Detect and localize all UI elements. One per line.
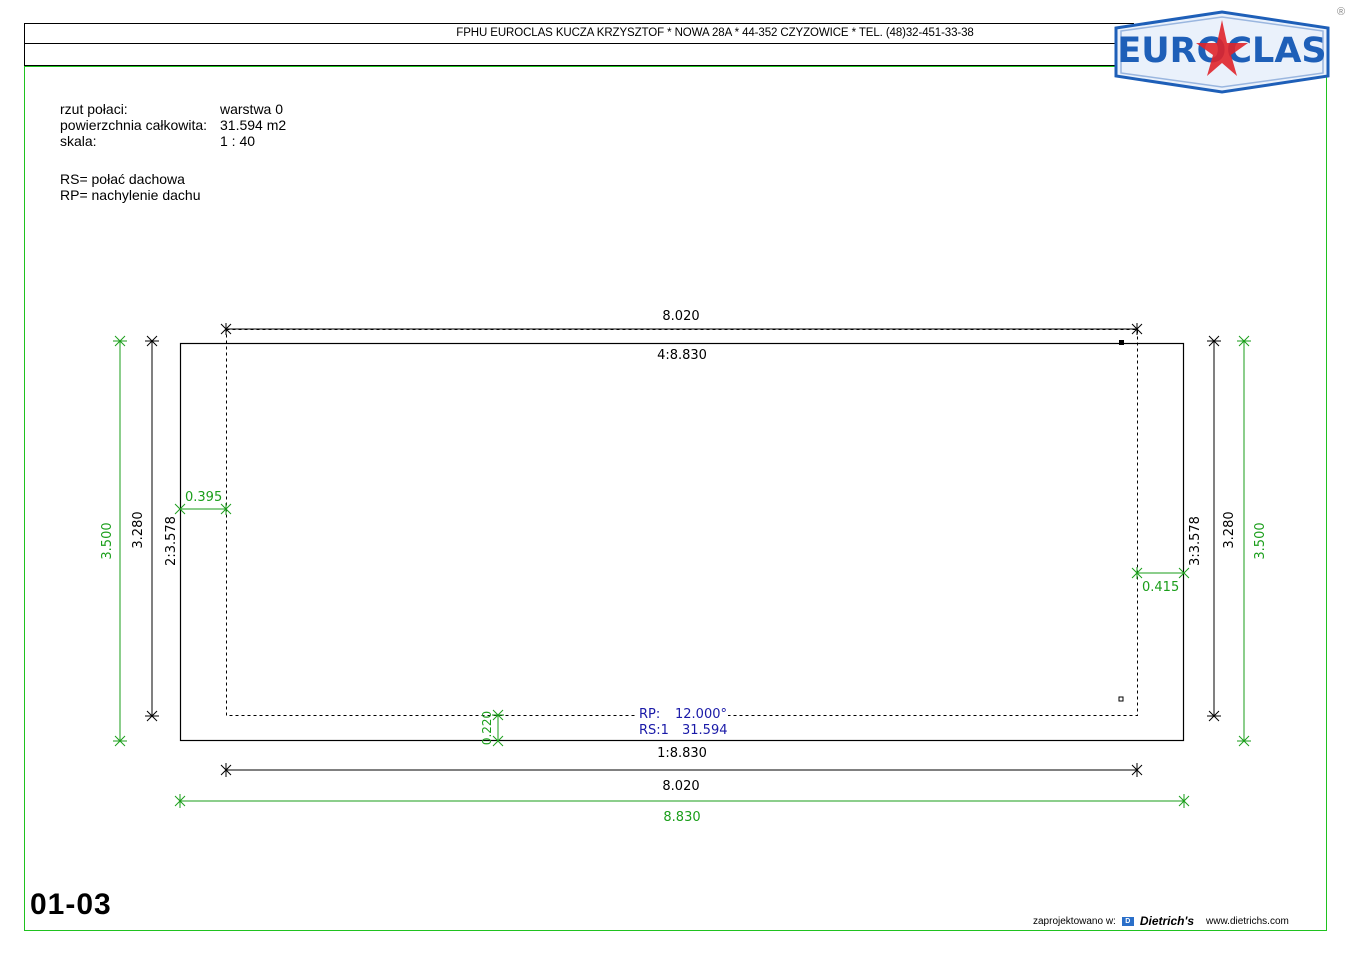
edge-1-label: 1:8.830 bbox=[657, 746, 707, 761]
wall-outline bbox=[226, 329, 1138, 716]
dim-right-overhang-label: 0.415 bbox=[1142, 580, 1179, 595]
edge-4-label: 4:8.830 bbox=[657, 348, 707, 363]
roof-plan-drawing: 8.020 4:8.830 1:8.830 8.020 8.830 3.500 … bbox=[100, 309, 1268, 825]
rs-label: RS:1 bbox=[639, 723, 669, 738]
sheet-number: 01-03 bbox=[30, 888, 112, 921]
dim-top-inner bbox=[220, 323, 1143, 335]
dim-top-inner-label: 8.020 bbox=[662, 309, 699, 324]
rp-value: 12.000° bbox=[675, 707, 727, 722]
corner-marker bbox=[1118, 696, 1124, 702]
footer: zaprojektowano w: D Dietrich's www.dietr… bbox=[1033, 914, 1289, 928]
dim-right-total bbox=[1237, 335, 1251, 747]
edge-2-label: 2:3.578 bbox=[164, 516, 179, 566]
brand-name: Dietrich's bbox=[1139, 914, 1195, 928]
dim-bottom-inner bbox=[220, 763, 1143, 777]
roof-outline bbox=[179, 342, 1185, 742]
dim-right-inner-label: 3.280 bbox=[1222, 511, 1237, 548]
dim-bottom-overhang-label: 0.220 bbox=[480, 711, 494, 745]
dim-left-total bbox=[113, 335, 127, 747]
dim-bottom-total bbox=[174, 794, 1190, 808]
dim-bottom-inner-label: 8.020 bbox=[662, 779, 699, 794]
rp-label: RP: bbox=[639, 707, 660, 722]
dim-left-overhang-label: 0.395 bbox=[185, 490, 222, 505]
dim-left-inner-label: 3.280 bbox=[131, 511, 146, 548]
corner-marker bbox=[1119, 340, 1124, 345]
dim-left-inner bbox=[145, 335, 159, 722]
dim-right-inner bbox=[1207, 335, 1221, 722]
dim-left-total-label: 3.500 bbox=[100, 522, 115, 559]
dietrichs-logo-icon: D bbox=[1121, 916, 1134, 926]
edge-3-label: 3:3.578 bbox=[1188, 516, 1203, 566]
dim-bottom-total-label: 8.830 bbox=[663, 810, 700, 825]
dim-right-overhang bbox=[1131, 567, 1190, 579]
rs-value: 31.594 bbox=[682, 723, 728, 738]
designed-with-label: zaprojektowano w: bbox=[1033, 915, 1116, 927]
website-link[interactable]: www.dietrichs.com bbox=[1206, 916, 1289, 927]
dim-right-total-label: 3.500 bbox=[1253, 522, 1268, 559]
